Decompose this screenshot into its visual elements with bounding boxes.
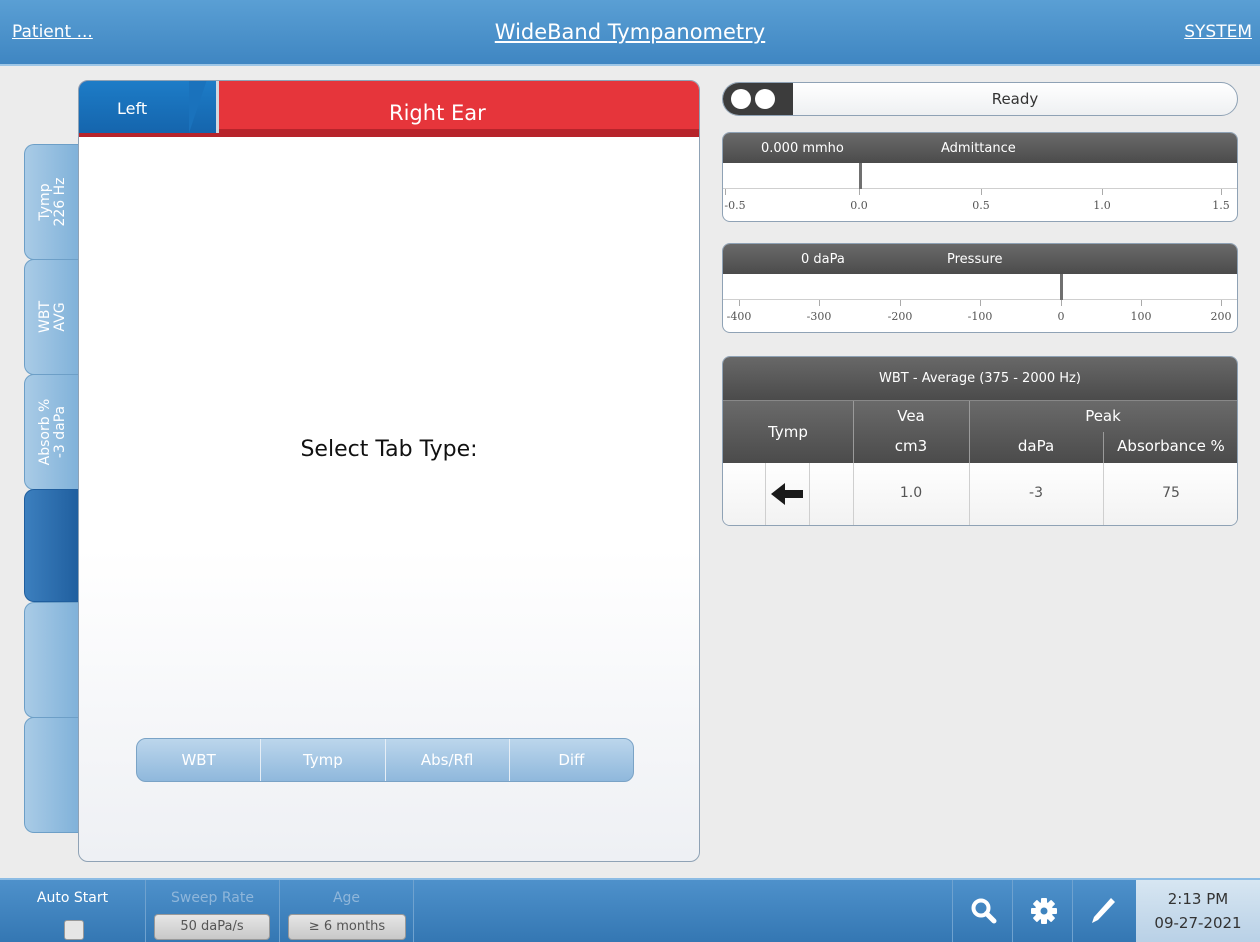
page-title[interactable]: WideBand Tympanometry (0, 20, 1260, 44)
status-indicator: Ready (722, 82, 1238, 116)
status-text: Ready (991, 90, 1039, 108)
pressure-value: 0 daPa (801, 252, 845, 267)
pressure-header: 0 daPa Pressure (723, 244, 1237, 274)
settings-button[interactable] (1012, 880, 1072, 942)
main-panel: Left Right Ear Select Tab Type: WBT Tymp… (78, 80, 700, 862)
age-button[interactable]: ≥ 6 months (288, 914, 406, 940)
col-vea: Vea (897, 407, 925, 425)
admittance-tick (725, 189, 726, 195)
system-link[interactable]: SYSTEM (1184, 22, 1252, 42)
edit-button[interactable] (1072, 880, 1132, 942)
sweep-rate-label: Sweep Rate (170, 890, 254, 906)
pressure-tick (980, 300, 981, 306)
clock-display: 2:13 PM 09-27-2021 (1136, 880, 1260, 942)
tab-tymp-226-label: Tymp 226 Hz (36, 177, 68, 227)
pressure-tick (1141, 300, 1142, 306)
right-ear-label[interactable]: Right Ear (389, 101, 486, 125)
pressure-tick (900, 300, 901, 306)
tab-type-diff[interactable]: Diff (510, 739, 633, 781)
tab-tymp-226[interactable]: Tymp 226 Hz (24, 144, 80, 260)
left-ear-label: Left (117, 99, 148, 118)
col-dapa: daPa (1017, 437, 1055, 455)
pencil-icon (1092, 898, 1115, 923)
pressure-tick (739, 300, 740, 306)
admittance-meter: 0.000 mmho Admittance -0.5 0.0 0.5 1.0 1… (722, 132, 1238, 222)
admittance-tick (981, 189, 982, 195)
admittance-tick (859, 189, 860, 195)
col-vea-unit: cm3 (894, 437, 928, 455)
auto-start-label: Auto Start (36, 890, 109, 906)
admittance-indicator (859, 163, 862, 189)
tab-empty-1[interactable] (24, 602, 80, 718)
row-divider (809, 463, 810, 525)
tab-type-selector: WBT Tymp Abs/Rfl Diff (136, 738, 634, 782)
sweep-rate-section: Sweep Rate 50 daPa/s (146, 880, 280, 942)
clock-date: 09-27-2021 (1154, 914, 1242, 932)
admittance-label: Admittance (941, 141, 1016, 156)
tab-absorb[interactable]: Absorb % -3 daPa (24, 374, 80, 490)
ear-selector-bar: Left Right Ear (79, 81, 699, 137)
select-tab-type-label: Select Tab Type: (300, 437, 478, 462)
pressure-tick-label: 100 (1130, 310, 1152, 323)
admittance-tick-label: 1.0 (1093, 199, 1111, 212)
search-button[interactable] (952, 880, 1012, 942)
gear-icon (1031, 898, 1057, 924)
status-light-2 (755, 89, 775, 109)
pressure-track (723, 274, 1237, 300)
sweep-rate-button[interactable]: 50 daPa/s (154, 914, 270, 940)
pressure-tick-label: -100 (967, 310, 993, 323)
pressure-tick (1221, 300, 1222, 306)
col-peak: Peak (1085, 407, 1121, 425)
admittance-tick-label: -0.5 (724, 199, 746, 212)
clock-time: 2:13 PM (1167, 890, 1229, 908)
pressure-tick-label: 0 (1057, 310, 1065, 323)
pressure-indicator (1060, 274, 1063, 300)
absorbance-value: 75 (1162, 485, 1180, 501)
admittance-track (723, 163, 1237, 189)
tab-wbt-avg[interactable]: WBT AVG (24, 259, 80, 375)
search-icon (971, 898, 997, 924)
pressure-tick-label: -200 (887, 310, 913, 323)
tab-empty-2[interactable] (24, 717, 80, 833)
admittance-tick (1102, 189, 1103, 195)
footer-bar: Auto Start Sweep Rate 50 daPa/s Age ≥ 6 … (0, 878, 1260, 942)
status-lights (723, 83, 793, 115)
admittance-value: 0.000 mmho (761, 141, 844, 156)
pressure-tick (1061, 300, 1062, 306)
results-title: WBT - Average (375 - 2000 Hz) (723, 357, 1237, 401)
pressure-tick-label: -400 (726, 310, 752, 323)
age-section: Age ≥ 6 months (280, 880, 414, 942)
pressure-tick (819, 300, 820, 306)
dapa-value: -3 (1029, 485, 1043, 501)
tab-absorb-label: Absorb % -3 daPa (36, 398, 68, 466)
results-table: WBT - Average (375 - 2000 Hz) Tymp Vea c… (722, 356, 1238, 526)
results-header: Tymp Vea cm3 Peak daPa Absorbance % (723, 401, 1237, 463)
admittance-tick-label: 0.0 (850, 199, 868, 212)
tab-empty-active[interactable] (24, 489, 80, 602)
auto-start-checkbox[interactable] (64, 920, 84, 940)
pressure-tick-label: 200 (1210, 310, 1232, 323)
admittance-tick-label: 1.5 (1212, 199, 1230, 212)
arrow-left-icon[interactable] (769, 481, 805, 507)
col-absorbance: Absorbance % (1117, 437, 1225, 455)
col-tymp: Tymp (768, 423, 808, 441)
admittance-tick (1221, 189, 1222, 195)
age-label: Age (332, 890, 361, 906)
table-row: 1.0 -3 75 (723, 463, 1237, 525)
admittance-tick-label: 0.5 (972, 199, 990, 212)
tab-type-tymp[interactable]: Tymp (261, 739, 386, 781)
row-divider (765, 463, 766, 525)
pressure-meter: 0 daPa Pressure -400 -300 -200 -100 0 10… (722, 243, 1238, 333)
tab-type-abs-rfl[interactable]: Abs/Rfl (386, 739, 510, 781)
auto-start-section: Auto Start (0, 880, 146, 942)
tab-wbt-avg-label: WBT AVG (36, 301, 68, 333)
header-bar: Patient ... WideBand Tympanometry SYSTEM (0, 0, 1260, 66)
status-light-1 (731, 89, 751, 109)
pressure-tick-label: -300 (806, 310, 832, 323)
admittance-header: 0.000 mmho Admittance (723, 133, 1237, 163)
pressure-label: Pressure (947, 252, 1003, 267)
vea-value: 1.0 (899, 485, 923, 501)
tab-type-wbt[interactable]: WBT (137, 739, 262, 781)
